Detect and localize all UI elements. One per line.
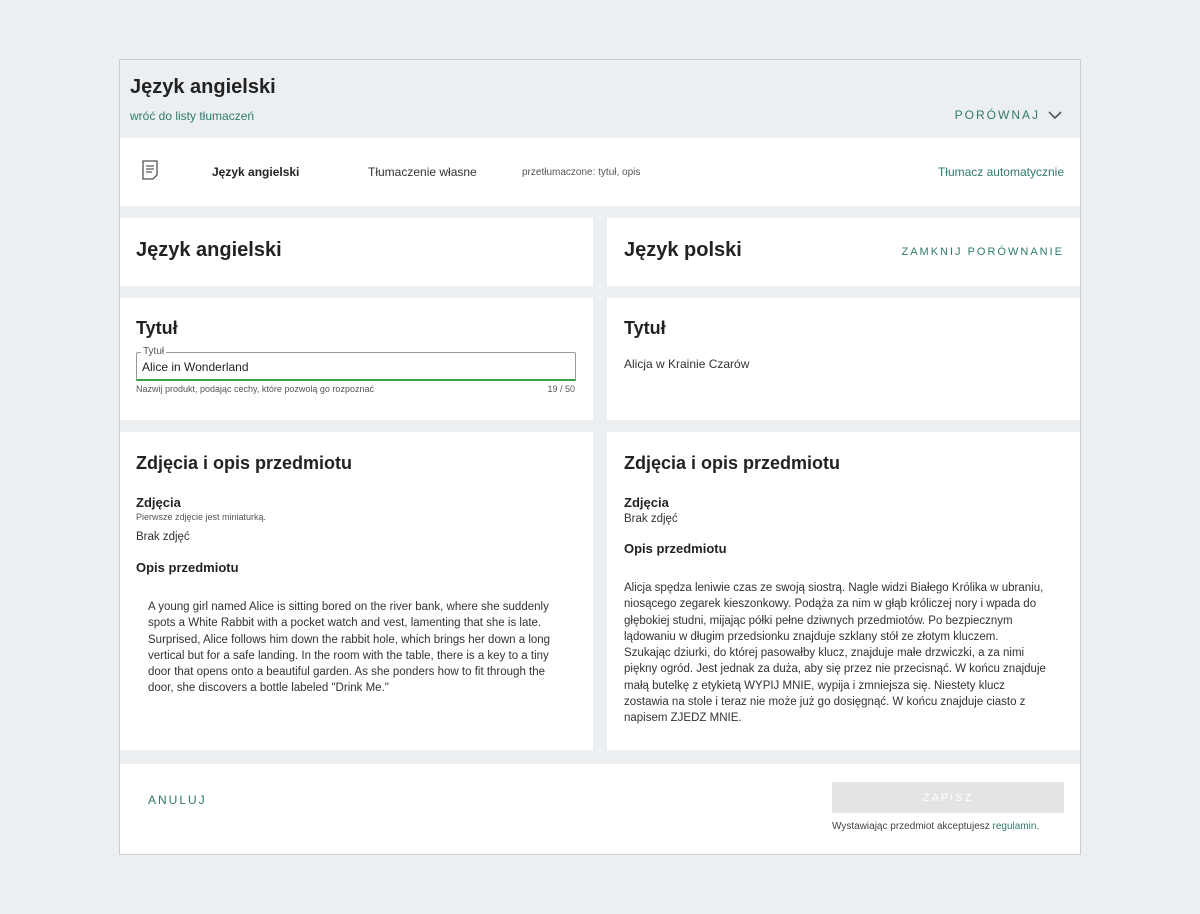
terms-notice: Wystawiając przedmiot akceptujesz regula… xyxy=(832,821,1039,832)
document-icon xyxy=(142,160,158,180)
right-no-photos: Brak zdjęć xyxy=(624,513,678,525)
cancel-button[interactable]: ANULUJ xyxy=(148,793,207,807)
right-language-heading: Język polski xyxy=(624,239,742,261)
auto-translate-link[interactable]: Tłumacz automatycznie xyxy=(938,165,1064,179)
right-desc-heading: Zdjęcia i opis przedmiotu xyxy=(624,453,841,473)
right-title-card: Tytuł Alicja w Krainie Czarów xyxy=(607,298,1080,420)
translation-info-bar: Język angielski Tłumaczenie własne przet… xyxy=(120,138,1080,206)
title-char-counter: 19 / 50 xyxy=(547,384,575,394)
title-field: Tytuł xyxy=(136,346,576,381)
right-desc-label: Opis przedmiotu xyxy=(624,541,727,556)
right-description-text: Alicja spędza leniwie czas ze swoją sios… xyxy=(624,582,1046,725)
compare-label: PORÓWNAJ xyxy=(954,108,1040,122)
compare-button[interactable]: PORÓWNAJ xyxy=(955,108,1062,122)
left-title-heading: Tytuł xyxy=(136,318,178,338)
title-input[interactable] xyxy=(142,360,562,374)
terms-suffix: . xyxy=(1036,821,1040,832)
left-language-card: Język angielski xyxy=(120,218,593,286)
back-to-translations-link[interactable]: wróć do listy tłumaczeń xyxy=(130,109,254,123)
terms-link[interactable]: regulamin xyxy=(993,821,1037,832)
left-desc-heading: Zdjęcia i opis przedmiotu xyxy=(136,453,353,473)
info-translated-fields: przetłumaczone: tytuł, opis xyxy=(522,167,641,178)
left-photos-label: Zdjęcia xyxy=(136,495,181,510)
footer-actions: ANULUJ ZAPISZ Wystawiając przedmiot akce… xyxy=(120,764,1080,854)
title-field-hint: Nazwij produkt, podając cechy, które poz… xyxy=(136,384,374,394)
right-title-heading: Tytuł xyxy=(624,318,666,338)
right-description-card: Zdjęcia i opis przedmiotu Zdjęcia Brak z… xyxy=(607,432,1080,750)
left-desc-label: Opis przedmiotu xyxy=(136,560,239,575)
left-photos-hint: Pierwsze zdjęcie jest miniaturką. xyxy=(136,512,267,522)
page-header: Język angielski wróć do listy tłumaczeń … xyxy=(120,60,1080,138)
left-no-photos: Brak zdjęć xyxy=(136,531,190,543)
left-description-text: A young girl named Alice is sitting bore… xyxy=(148,601,551,695)
left-title-card: Tytuł Tytuł Nazwij produkt, podając cech… xyxy=(120,298,593,420)
info-language: Język angielski xyxy=(212,165,300,179)
page-title: Język angielski xyxy=(130,76,276,98)
title-field-label: Tytuł xyxy=(141,346,167,357)
close-compare-button[interactable]: ZAMKNIJ PORÓWNANIE xyxy=(901,246,1064,258)
translation-panel: Język angielski wróć do listy tłumaczeń … xyxy=(119,59,1081,855)
left-description-card: Zdjęcia i opis przedmiotu Zdjęcia Pierws… xyxy=(120,432,593,750)
right-title-value: Alicja w Krainie Czarów xyxy=(624,357,750,371)
terms-prefix: Wystawiając przedmiot akceptujesz xyxy=(832,821,993,832)
right-photos-label: Zdjęcia xyxy=(624,495,669,510)
info-translation-type: Tłumaczenie własne xyxy=(368,165,477,179)
save-button[interactable]: ZAPISZ xyxy=(832,782,1064,813)
left-language-heading: Język angielski xyxy=(136,239,282,261)
chevron-down-icon xyxy=(1048,111,1062,120)
right-language-card: Język polski ZAMKNIJ PORÓWNANIE xyxy=(607,218,1080,286)
